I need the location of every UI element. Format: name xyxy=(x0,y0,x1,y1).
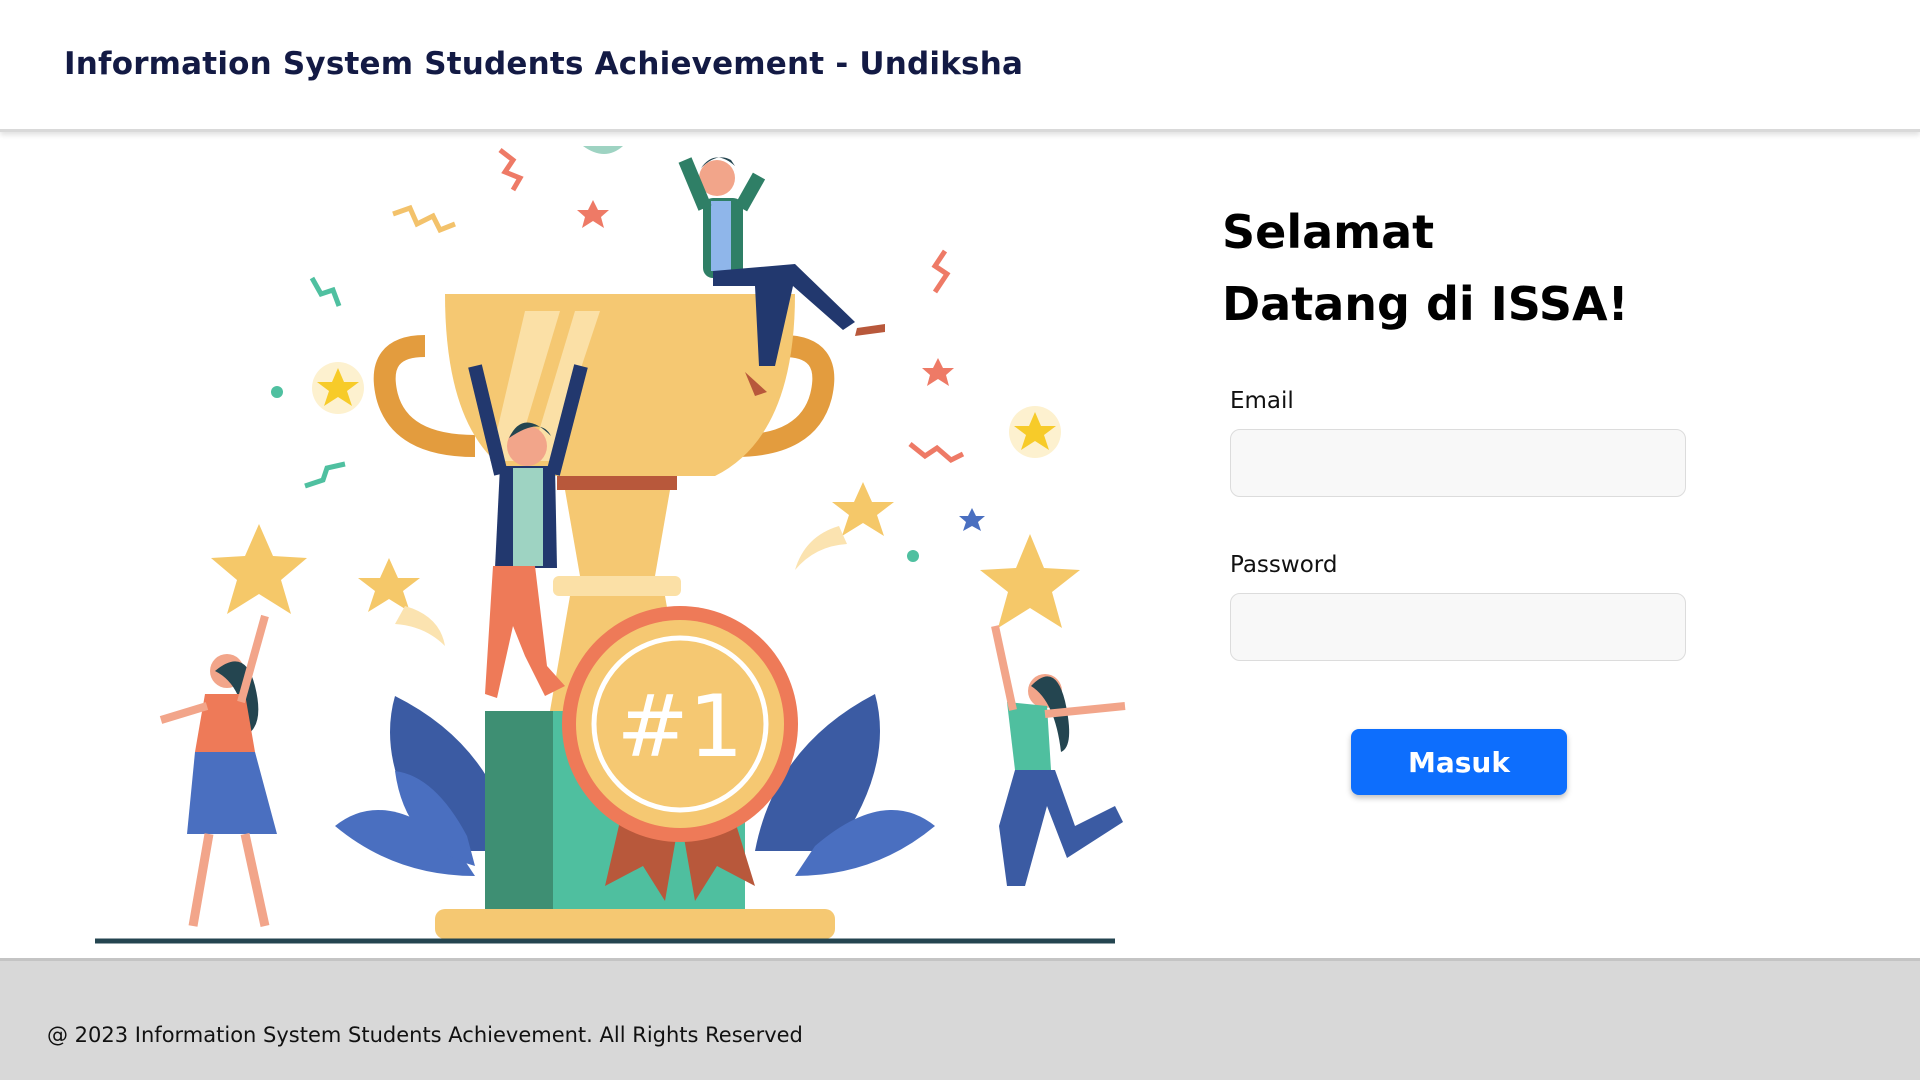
welcome-heading-line1: Selamat xyxy=(1222,205,1435,259)
email-label: Email xyxy=(1230,388,1294,414)
password-field[interactable] xyxy=(1230,593,1686,661)
top-header: Information System Students Achievement … xyxy=(0,0,1920,132)
email-field[interactable] xyxy=(1230,429,1686,497)
person-holding-star-left xyxy=(159,614,277,927)
login-panel: Selamat Datang di ISSA! Email Password M… xyxy=(1222,196,1742,795)
welcome-heading-line2: Datang di ISSA! xyxy=(1222,277,1629,331)
illustration-svg: #1 xyxy=(95,146,1126,944)
person-holding-star-right xyxy=(991,625,1126,886)
footer: @ 2023 Information System Students Achie… xyxy=(0,958,1920,1080)
password-label: Password xyxy=(1230,552,1338,578)
login-submit-button[interactable]: Masuk xyxy=(1351,729,1567,795)
app-title: Information System Students Achievement … xyxy=(64,46,1024,82)
copyright-text: @ 2023 Information System Students Achie… xyxy=(47,1023,803,1047)
medal-rank-text: #1 xyxy=(617,677,744,777)
trophy-celebration-illustration: #1 xyxy=(95,146,1175,946)
